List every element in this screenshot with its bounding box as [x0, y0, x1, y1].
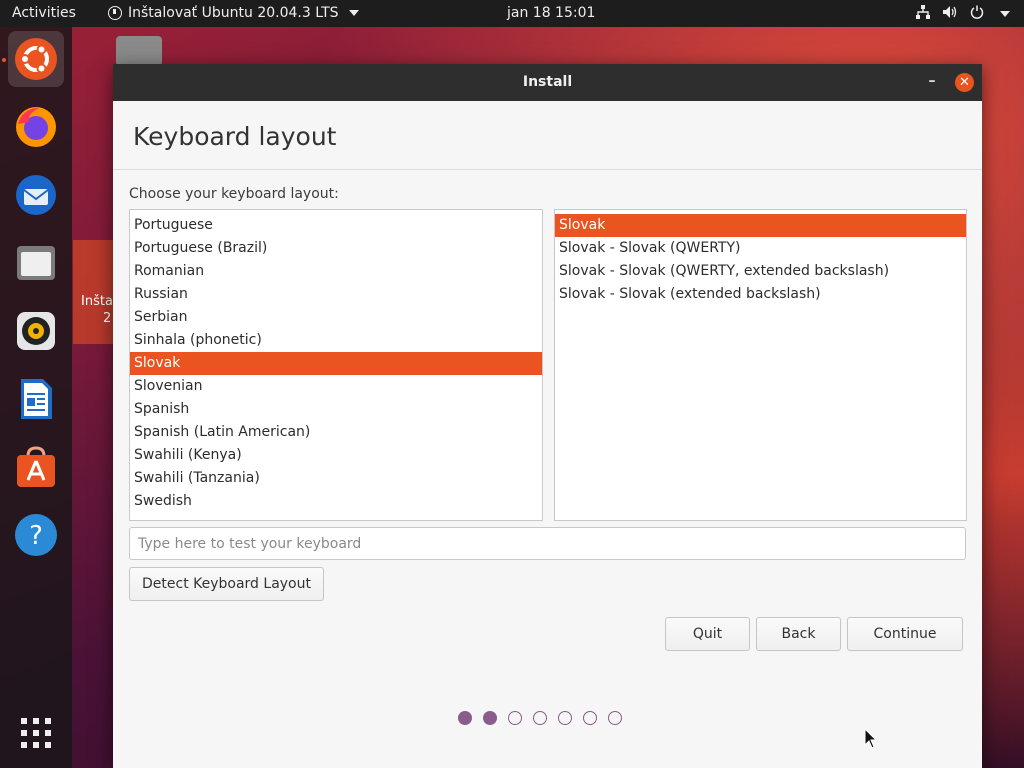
network-icon	[916, 5, 930, 23]
install-progress-dots	[458, 711, 622, 725]
progress-dot	[608, 711, 622, 725]
mouse-pointer-icon	[864, 727, 878, 754]
layout-list-item[interactable]: Swahili (Tanzania)	[130, 467, 542, 490]
variant-list-item[interactable]: Slovak - Slovak (QWERTY)	[555, 237, 966, 260]
progress-dot	[533, 711, 547, 725]
layout-list-item[interactable]: Spanish	[130, 398, 542, 421]
thunderbird-icon[interactable]	[8, 167, 64, 223]
detect-keyboard-layout-button[interactable]: Detect Keyboard Layout	[129, 567, 324, 601]
page-title: Keyboard layout	[133, 122, 337, 151]
progress-dot	[558, 711, 572, 725]
rhythmbox-icon[interactable]	[8, 303, 64, 359]
variant-list-item[interactable]: Slovak - Slovak (extended backslash)	[555, 283, 966, 306]
layout-list-item[interactable]: Spanish (Latin American)	[130, 421, 542, 444]
minimize-button[interactable]: –	[925, 72, 939, 90]
clock[interactable]: jan 18 15:01	[507, 5, 595, 21]
ubuntu-installer-icon[interactable]	[8, 31, 64, 87]
layout-list-item[interactable]: Sinhala (phonetic)	[130, 329, 542, 352]
variant-list-item[interactable]: Slovak - Slovak (QWERTY, extended backsl…	[555, 260, 966, 283]
close-button[interactable]: ✕	[955, 73, 974, 92]
files-icon[interactable]	[8, 235, 64, 291]
layout-list-item[interactable]: Romanian	[130, 260, 542, 283]
quit-button[interactable]: Quit	[665, 617, 750, 651]
variant-list-item[interactable]: Slovak	[555, 214, 966, 237]
dock: ?	[0, 27, 72, 768]
progress-dot	[483, 711, 497, 725]
top-bar: Activities Inštalovať Ubuntu 20.04.3 LTS…	[0, 0, 1024, 27]
app-menu[interactable]: Inštalovať Ubuntu 20.04.3 LTS	[108, 5, 359, 21]
header-divider	[113, 169, 982, 170]
layout-list-item[interactable]: Russian	[130, 283, 542, 306]
layout-list-item[interactable]: Slovak	[130, 352, 542, 375]
chevron-down-icon	[1000, 11, 1010, 17]
layout-list-item[interactable]: Slovenian	[130, 375, 542, 398]
layout-list-item[interactable]: Serbian	[130, 306, 542, 329]
desktop-install-icon[interactable]: Inšta 2	[73, 240, 115, 344]
svg-text:?: ?	[29, 521, 43, 551]
layout-list-item[interactable]: Portuguese (Brazil)	[130, 237, 542, 260]
layout-list-item[interactable]: Portuguese	[130, 214, 542, 237]
firefox-icon[interactable]	[8, 99, 64, 155]
desktop-home-folder-icon[interactable]	[116, 36, 162, 66]
window-titlebar[interactable]: Install – ✕	[113, 64, 982, 101]
desktop-install-label: Inšta	[81, 294, 113, 309]
keyboard-variant-list[interactable]: Slovak Slovak - Slovak (QWERTY) Slovak - S…	[554, 209, 967, 521]
keyboard-layout-list[interactable]: Portuguese Portuguese (Brazil) Romanian Rus…	[129, 209, 543, 521]
progress-dot	[458, 711, 472, 725]
libreoffice-writer-icon[interactable]	[8, 371, 64, 427]
window-title: Install	[522, 74, 573, 90]
desktop-install-label-line2: 2	[103, 311, 112, 326]
app-menu-label: Inštalovať Ubuntu 20.04.3 LTS	[128, 5, 339, 21]
progress-dot	[508, 711, 522, 725]
running-indicator	[2, 58, 6, 62]
install-window: Install – ✕ Keyboard layout Choose your …	[113, 64, 982, 768]
system-menu[interactable]	[916, 5, 1010, 23]
help-icon[interactable]: ?	[8, 507, 64, 563]
chevron-down-icon	[348, 10, 359, 16]
keyboard-test-input[interactable]	[129, 527, 966, 560]
continue-button[interactable]: Continue	[847, 617, 963, 651]
power-icon	[970, 5, 984, 23]
ubuntu-software-icon[interactable]	[8, 439, 64, 495]
volume-icon	[942, 5, 958, 23]
choose-layout-label: Choose your keyboard layout:	[129, 186, 339, 202]
back-button[interactable]: Back	[756, 617, 841, 651]
show-applications-icon[interactable]	[8, 705, 64, 761]
layout-list-item[interactable]: Swedish	[130, 490, 542, 513]
installer-app-icon	[108, 6, 122, 20]
layout-list-item[interactable]: Swahili (Kenya)	[130, 444, 542, 467]
activities-button[interactable]: Activities	[12, 5, 76, 21]
progress-dot	[583, 711, 597, 725]
